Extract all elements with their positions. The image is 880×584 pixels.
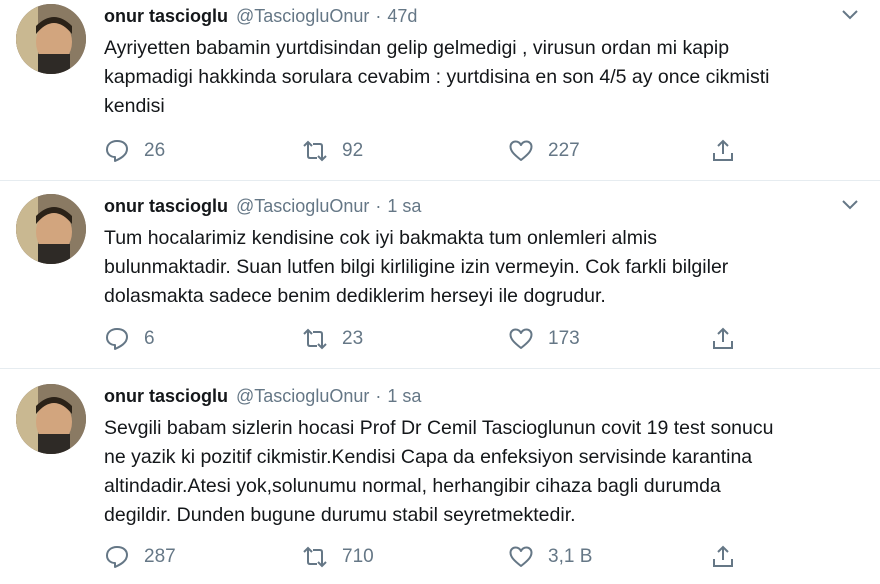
avatar[interactable] xyxy=(16,4,86,74)
author-name[interactable]: onur tascioglu xyxy=(104,196,228,216)
share-icon xyxy=(713,139,733,161)
reply-count: 26 xyxy=(144,140,166,161)
tweet-text-line: dolasmakta sadece benim dediklerim herse… xyxy=(104,285,606,307)
action-bar: 287 710 3,1 B xyxy=(104,542,764,572)
reply-icon xyxy=(106,546,128,568)
retweet-button[interactable]: 23 xyxy=(302,324,363,354)
chevron-down-icon[interactable] xyxy=(840,198,860,212)
separator-dot: · xyxy=(375,196,382,216)
retweet-icon xyxy=(303,546,327,568)
like-count: 173 xyxy=(548,328,580,349)
chevron-down-icon[interactable] xyxy=(840,8,860,22)
author-name[interactable]: onur tascioglu xyxy=(104,386,228,406)
author-handle[interactable]: @TasciogluOnur xyxy=(236,196,369,216)
timestamp[interactable]: 47d xyxy=(387,6,417,26)
tweet[interactable]: onur tascioglu @TasciogluOnur · 47d Ayriyet… xyxy=(0,0,880,180)
tweet-text-line: kapmadigi hakkinda sorulara cevabim : yu… xyxy=(104,66,770,88)
like-count: 227 xyxy=(548,140,580,161)
tweet-text: Tum hocalarimiz kendisine cok iyi bakmak… xyxy=(104,224,864,311)
action-bar: 26 92 227 xyxy=(104,136,764,166)
tweet[interactable]: onur tascioglu @TasciogluOnur · 1 sa Sevgil… xyxy=(0,380,880,584)
tweet-header: onur tascioglu @TasciogluOnur · 1 sa xyxy=(104,196,421,217)
separator-dot: · xyxy=(375,386,382,406)
tweet-text-line: Ayriyetten babamin yurtdisindan gelip ge… xyxy=(104,37,730,59)
tweet-divider xyxy=(0,180,880,181)
reply-button[interactable]: 26 xyxy=(104,136,165,166)
retweet-button[interactable]: 710 xyxy=(302,542,374,572)
author-name[interactable]: onur tascioglu xyxy=(104,6,228,26)
tweet-header: onur tascioglu @TasciogluOnur · 47d xyxy=(104,6,417,27)
avatar[interactable] xyxy=(16,194,86,264)
tweet-text-line: altindadir.Atesi yok,solunumu normal, he… xyxy=(104,475,721,497)
author-handle[interactable]: @TasciogluOnur xyxy=(236,386,369,406)
share-button[interactable] xyxy=(710,136,750,166)
heart-icon xyxy=(509,546,533,567)
tweet-text-line: degildir. Dunden bugune durumu stabil se… xyxy=(104,504,576,526)
tweet-text: Sevgili babam sizlerin hocasi Prof Dr Ce… xyxy=(104,414,864,530)
reply-count: 287 xyxy=(144,546,176,567)
tweet-text-line: bulunmaktadir. Suan lutfen bilgi kirlili… xyxy=(104,256,729,278)
heart-icon xyxy=(509,140,533,161)
retweet-count: 710 xyxy=(342,546,374,567)
tweet-header: onur tascioglu @TasciogluOnur · 1 sa xyxy=(104,386,421,407)
reply-button[interactable]: 287 xyxy=(104,542,176,572)
retweet-icon xyxy=(303,140,327,162)
tweet-text-line: Sevgili babam sizlerin hocasi Prof Dr Ce… xyxy=(104,417,774,439)
author-handle[interactable]: @TasciogluOnur xyxy=(236,6,369,26)
tweet-text-line: Tum hocalarimiz kendisine cok iyi bakmak… xyxy=(104,227,658,249)
reply-icon xyxy=(106,140,128,162)
tweet-text-line: ne yazik ki pozitif cikmistir.Kendisi Ca… xyxy=(104,446,753,468)
like-button[interactable]: 227 xyxy=(508,136,580,166)
like-button[interactable]: 173 xyxy=(508,324,580,354)
timestamp[interactable]: 1 sa xyxy=(387,386,421,406)
share-button[interactable] xyxy=(710,324,750,354)
action-bar: 6 23 173 xyxy=(104,324,764,354)
like-button[interactable]: 3,1 B xyxy=(508,542,592,572)
reply-button[interactable]: 6 xyxy=(104,324,155,354)
tweet-text: Ayriyetten babamin yurtdisindan gelip ge… xyxy=(104,34,864,121)
retweet-button[interactable]: 92 xyxy=(302,136,363,166)
separator-dot: · xyxy=(375,6,382,26)
share-icon xyxy=(713,545,733,567)
timestamp[interactable]: 1 sa xyxy=(387,196,421,216)
retweet-count: 92 xyxy=(342,140,364,161)
tweet-divider xyxy=(0,368,880,369)
reply-icon xyxy=(106,328,128,350)
tweet-text-line: kendisi xyxy=(104,95,165,117)
share-icon xyxy=(713,327,733,349)
retweet-count: 23 xyxy=(342,328,364,349)
tweet[interactable]: onur tascioglu @TasciogluOnur · 1 sa Tum ho… xyxy=(0,190,880,370)
heart-icon xyxy=(509,328,533,349)
avatar[interactable] xyxy=(16,384,86,454)
share-button[interactable] xyxy=(710,542,750,572)
like-count: 3,1 B xyxy=(548,546,593,567)
reply-count: 6 xyxy=(144,328,155,349)
retweet-icon xyxy=(303,328,327,350)
